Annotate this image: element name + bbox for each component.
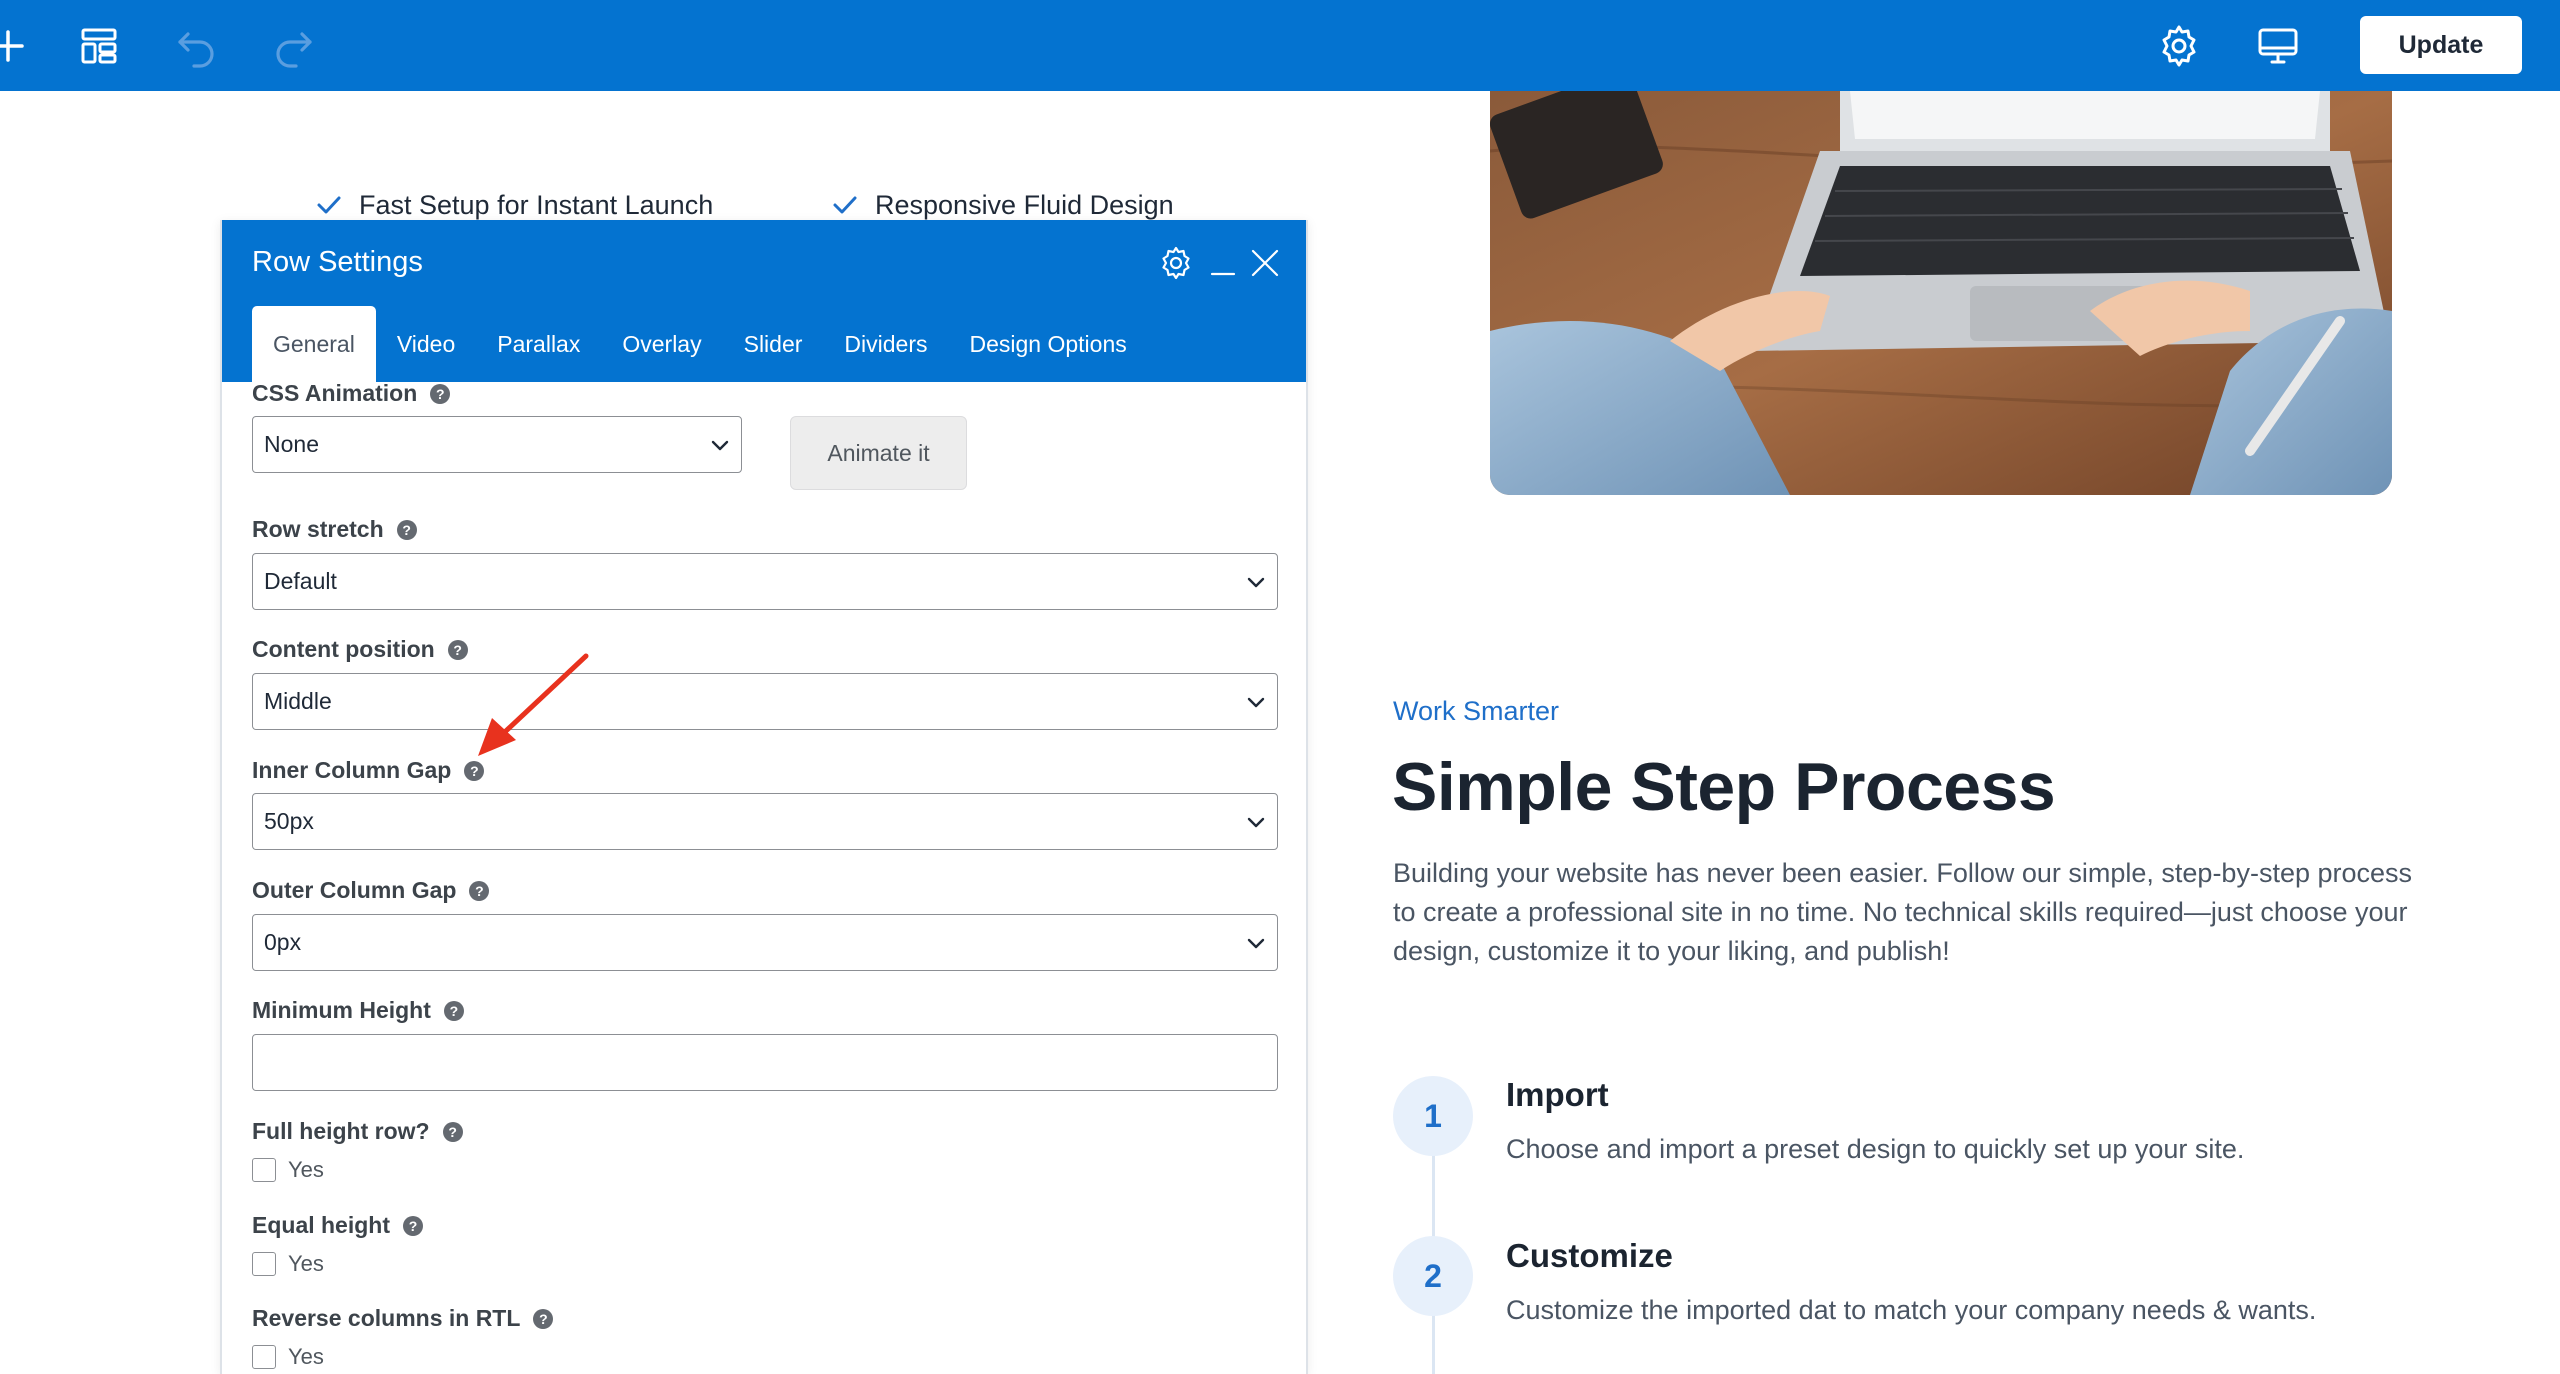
row-settings-panel: Row Settings General Video Parallax Over… [220,220,1308,1374]
step-description: Choose and import a preset design to qui… [1506,1134,2245,1164]
content-position-label: Content position ? [252,636,468,663]
select-value: None [264,431,319,457]
tab-parallax[interactable]: Parallax [476,306,601,382]
step-number: 1 [1393,1076,1473,1156]
help-icon[interactable]: ? [533,1308,554,1329]
step-title: Import [1506,1076,1609,1113]
equal-height-checkbox[interactable]: Yes [252,1251,324,1277]
help-icon[interactable]: ? [396,519,417,540]
tab-overlay[interactable]: Overlay [601,306,722,382]
equal-height-label: Equal height ? [252,1212,423,1239]
checkbox[interactable] [252,1345,276,1369]
feature-item: Responsive Fluid Design [831,187,1174,223]
inner-column-gap-label: Inner Column Gap ? [252,757,485,784]
select-value: Middle [264,688,332,714]
feature-item: Fast Setup for Instant Launch [315,187,713,223]
full-height-row-label: Full height row? ? [252,1118,463,1145]
section-heading: Simple Step Process [1392,749,2056,825]
redo-icon[interactable] [266,18,322,74]
tab-design-options[interactable]: Design Options [949,306,1148,382]
field-label-text: Outer Column Gap [252,877,457,903]
field-label-text: CSS Animation [252,380,418,406]
checkmark-icon [833,196,857,214]
panel-settings-gear-icon[interactable] [1155,242,1197,284]
css-animation-label: CSS Animation ? [252,380,451,407]
chevron-down-icon [1247,817,1265,828]
annotation-arrow-icon [478,653,589,756]
checkbox-label: Yes [288,1157,324,1182]
step-title: Customize [1506,1237,1673,1274]
minimum-height-input[interactable] [252,1034,1278,1091]
update-button[interactable]: Update [2360,16,2522,74]
inner-column-gap-select[interactable]: 50px [252,793,1278,850]
tab-general[interactable]: General [252,306,376,382]
panel-header[interactable]: Row Settings General Video Parallax Over… [222,220,1306,382]
reverse-columns-rtl-checkbox[interactable]: Yes [252,1344,324,1370]
section-description: Building your website has never been eas… [1393,858,2413,966]
section-eyebrow: Work Smarter [1393,696,1560,726]
chevron-down-icon [1247,938,1265,949]
tab-video[interactable]: Video [376,306,476,382]
checkbox-label: Yes [288,1251,324,1276]
reverse-columns-rtl-label: Reverse columns in RTL ? [252,1305,554,1332]
select-value: Default [264,568,337,594]
step-description: Customize the imported dat to match your… [1506,1295,2317,1325]
laptop-photo [1490,91,2392,495]
field-label-text: Minimum Height [252,997,431,1023]
select-value: 0px [264,929,302,955]
tab-slider[interactable]: Slider [723,306,824,382]
field-label-text: Reverse columns in RTL [252,1305,521,1331]
field-label-text: Inner Column Gap [252,757,452,783]
panel-title: Row Settings [252,246,423,278]
step-number: 2 [1393,1236,1473,1316]
tab-dividers[interactable]: Dividers [823,306,948,382]
css-animation-select[interactable]: None [252,416,742,473]
help-icon[interactable]: ? [447,639,468,660]
layout-icon[interactable] [71,18,127,74]
plus-icon[interactable] [0,18,36,74]
outer-column-gap-select[interactable]: 0px [252,914,1278,971]
field-label-text: Content position [252,636,435,662]
settings-gear-icon[interactable] [2151,18,2207,74]
chevron-down-icon [711,440,729,451]
chevron-down-icon [1247,697,1265,708]
checkbox-label: Yes [288,1344,324,1369]
checkbox[interactable] [252,1252,276,1276]
feature-text: Responsive Fluid Design [875,189,1174,220]
full-height-row-checkbox[interactable]: Yes [252,1157,324,1183]
help-icon[interactable]: ? [443,1000,464,1021]
content-position-select[interactable]: Middle [252,673,1278,730]
help-icon[interactable]: ? [442,1121,463,1142]
help-icon[interactable]: ? [464,760,485,781]
help-icon[interactable]: ? [469,880,490,901]
editor-toolbar: Update [0,0,2560,91]
animate-it-button[interactable]: Animate it [790,416,967,490]
close-icon[interactable] [1244,242,1286,284]
row-stretch-label: Row stretch ? [252,516,417,543]
field-label-text: Full height row? [252,1118,430,1144]
select-value: 50px [264,808,314,834]
checkmark-icon [317,196,341,214]
checkbox[interactable] [252,1158,276,1182]
undo-icon[interactable] [168,18,224,74]
field-label-text: Row stretch [252,516,384,542]
minimize-icon[interactable] [1202,242,1244,284]
desktop-preview-icon[interactable] [2250,18,2306,74]
chevron-down-icon [1247,577,1265,588]
help-icon[interactable]: ? [403,1215,423,1236]
feature-text: Fast Setup for Instant Launch [359,189,714,220]
field-label-text: Equal height [252,1212,390,1238]
help-icon[interactable]: ? [430,383,451,404]
minimum-height-label: Minimum Height ? [252,997,464,1024]
row-stretch-select[interactable]: Default [252,553,1278,610]
outer-column-gap-label: Outer Column Gap ? [252,877,490,904]
panel-tabs: General Video Parallax Overlay Slider Di… [252,306,1148,382]
